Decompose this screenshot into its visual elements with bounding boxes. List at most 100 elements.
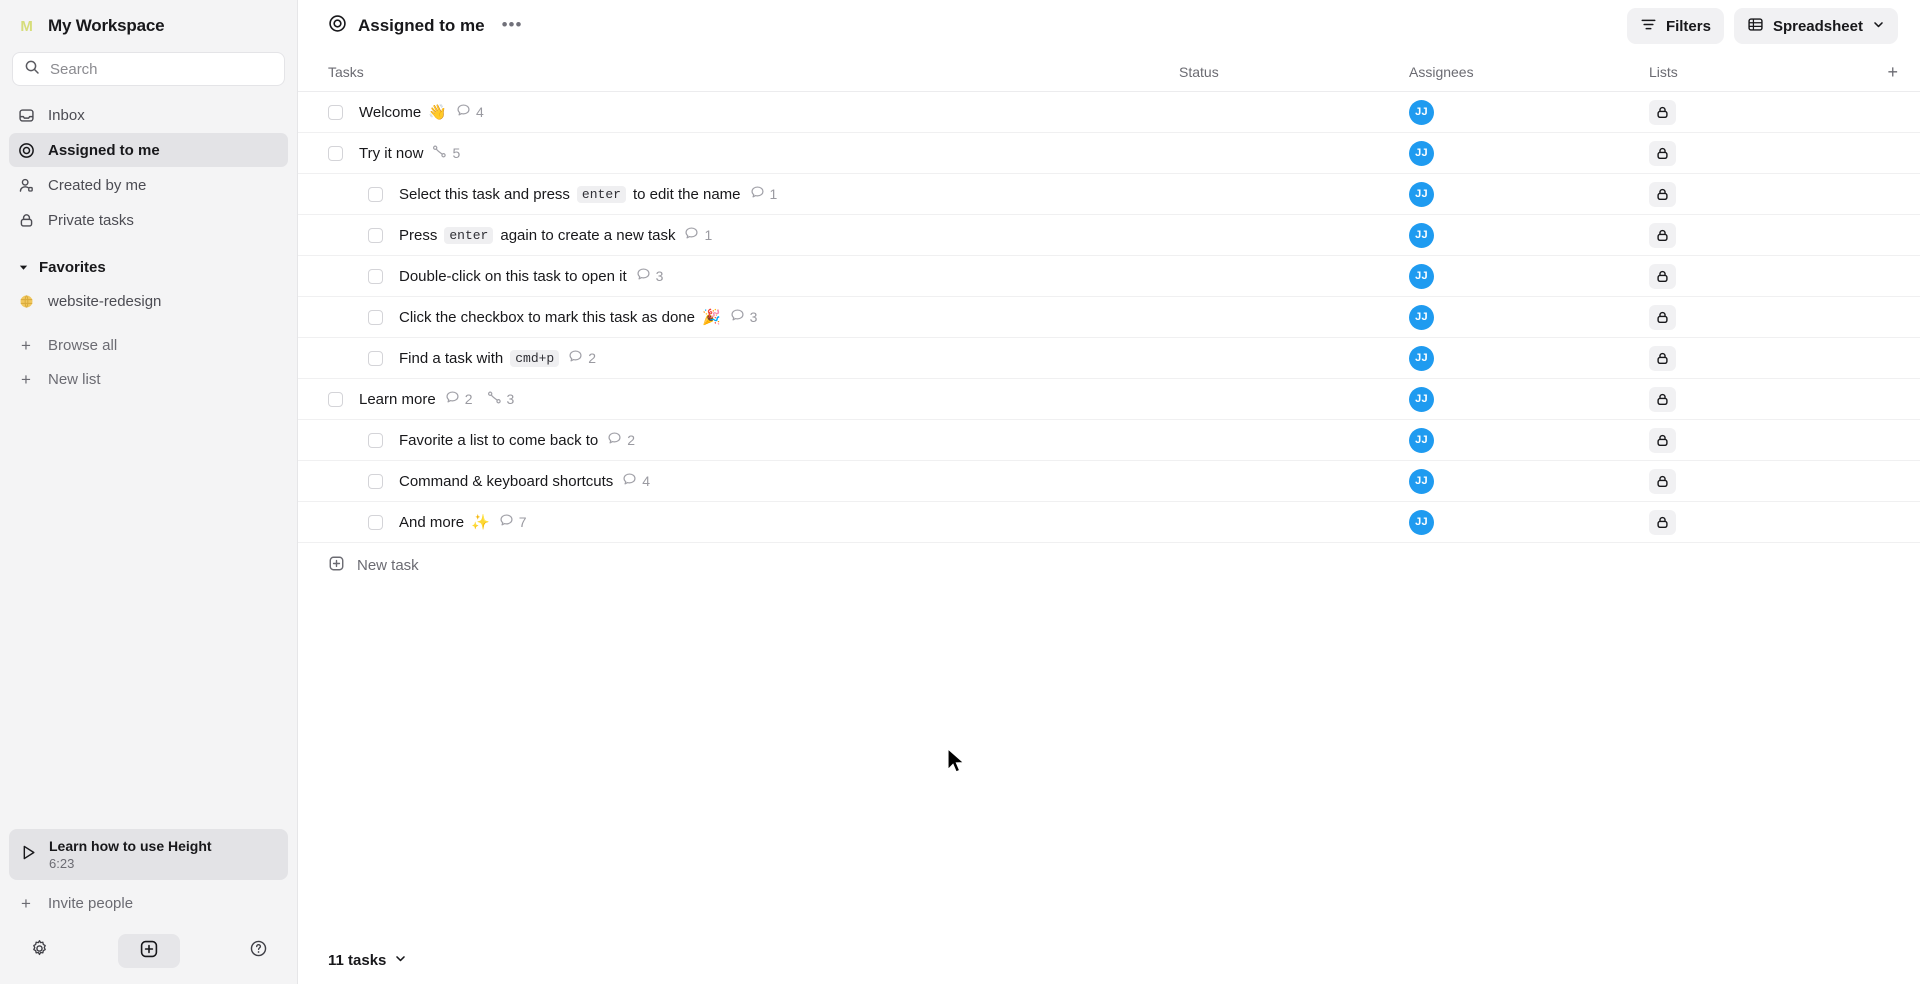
task-title[interactable]: Command & keyboard shortcuts — [399, 474, 613, 489]
task-checkbox[interactable] — [328, 145, 343, 161]
task-checkbox[interactable] — [368, 432, 383, 448]
lists-cell[interactable] — [1649, 468, 1874, 494]
task-checkbox[interactable] — [368, 227, 383, 243]
workspace-header[interactable]: M My Workspace — [0, 0, 297, 52]
task-title[interactable]: And more ✨ — [399, 515, 490, 530]
assignees-cell[interactable]: JJ — [1409, 304, 1649, 330]
sidebar-item-private-tasks[interactable]: Private tasks — [9, 203, 288, 237]
sidebar-item-website-redesign[interactable]: website-redesign — [9, 284, 288, 318]
sidebar-item-inbox[interactable]: Inbox — [9, 98, 288, 132]
lock-icon[interactable] — [1649, 304, 1676, 330]
invite-people-button[interactable]: + Invite people — [9, 886, 288, 920]
column-header-lists[interactable]: Lists — [1649, 64, 1874, 80]
settings-button[interactable] — [22, 934, 56, 968]
task-checkbox[interactable] — [368, 514, 383, 530]
assignees-cell[interactable]: JJ — [1409, 386, 1649, 412]
lists-cell[interactable] — [1649, 304, 1874, 330]
table-row[interactable]: Double-click on this task to open it 3 JJ — [298, 256, 1920, 297]
table-row[interactable]: Command & keyboard shortcuts 4 JJ — [298, 461, 1920, 502]
lock-icon[interactable] — [1649, 222, 1676, 248]
avatar[interactable]: JJ — [1409, 222, 1434, 248]
sidebar-item-assigned-to-me[interactable]: Assigned to me — [9, 133, 288, 167]
task-checkbox[interactable] — [368, 473, 383, 489]
avatar[interactable]: JJ — [1409, 263, 1434, 289]
lock-icon[interactable] — [1649, 468, 1676, 494]
task-checkbox[interactable] — [368, 268, 383, 284]
assignees-cell[interactable]: JJ — [1409, 99, 1649, 125]
learn-height-promo[interactable]: Learn how to use Height 6:23 — [9, 829, 288, 880]
table-row[interactable]: And more ✨ 7 JJ — [298, 502, 1920, 543]
view-mode-button[interactable]: Spreadsheet — [1733, 8, 1898, 44]
lists-cell[interactable] — [1649, 222, 1874, 248]
assignees-cell[interactable]: JJ — [1409, 140, 1649, 166]
create-button[interactable] — [117, 934, 180, 968]
avatar[interactable]: JJ — [1409, 386, 1434, 412]
avatar[interactable]: JJ — [1409, 304, 1434, 330]
more-options-button[interactable]: ••• — [496, 16, 529, 33]
browse-all-button[interactable]: + Browse all — [9, 328, 288, 362]
lock-icon[interactable] — [1649, 345, 1676, 371]
table-row[interactable]: Learn more 2 3 JJ — [298, 379, 1920, 420]
avatar[interactable]: JJ — [1409, 427, 1434, 453]
task-title[interactable]: Click the checkbox to mark this task as … — [399, 310, 721, 325]
assignees-cell[interactable]: JJ — [1409, 509, 1649, 535]
avatar[interactable]: JJ — [1409, 140, 1434, 166]
task-title[interactable]: Try it now — [359, 146, 423, 161]
new-task-button[interactable]: New task — [298, 543, 1920, 587]
avatar[interactable]: JJ — [1409, 509, 1434, 535]
lock-icon[interactable] — [1649, 140, 1676, 166]
column-header-status[interactable]: Status — [1179, 64, 1409, 80]
lists-cell[interactable] — [1649, 386, 1874, 412]
lock-icon[interactable] — [1649, 181, 1676, 207]
lock-icon[interactable] — [1649, 386, 1676, 412]
table-row[interactable]: Find a task with cmd+p 2 JJ — [298, 338, 1920, 379]
column-header-tasks[interactable]: Tasks — [328, 64, 1179, 80]
lists-cell[interactable] — [1649, 263, 1874, 289]
lock-icon[interactable] — [1649, 509, 1676, 535]
task-title[interactable]: Favorite a list to come back to — [399, 433, 598, 448]
lock-icon[interactable] — [1649, 427, 1676, 453]
task-title[interactable]: Select this task and press enter to edit t… — [399, 185, 741, 203]
column-header-assignees[interactable]: Assignees — [1409, 64, 1649, 80]
task-checkbox[interactable] — [368, 309, 383, 325]
avatar[interactable]: JJ — [1409, 468, 1434, 494]
table-row[interactable]: Favorite a list to come back to 2 JJ — [298, 420, 1920, 461]
task-checkbox[interactable] — [328, 104, 343, 120]
avatar[interactable]: JJ — [1409, 181, 1434, 207]
task-title[interactable]: Press enter again to create a new task — [399, 226, 675, 244]
add-column-button[interactable]: + — [1874, 63, 1898, 81]
table-row[interactable]: Click the checkbox to mark this task as … — [298, 297, 1920, 338]
assignees-cell[interactable]: JJ — [1409, 468, 1649, 494]
task-title[interactable]: Double-click on this task to open it — [399, 269, 627, 284]
table-row[interactable]: Select this task and press enter to edit t… — [298, 174, 1920, 215]
task-checkbox[interactable] — [328, 391, 343, 407]
filters-button[interactable]: Filters — [1626, 8, 1724, 44]
avatar[interactable]: JJ — [1409, 99, 1434, 125]
lock-icon[interactable] — [1649, 99, 1676, 125]
assignees-cell[interactable]: JJ — [1409, 222, 1649, 248]
task-count-button[interactable]: 11 tasks — [328, 952, 407, 969]
lists-cell[interactable] — [1649, 99, 1874, 125]
lock-icon[interactable] — [1649, 263, 1676, 289]
lists-cell[interactable] — [1649, 140, 1874, 166]
task-title[interactable]: Find a task with cmd+p — [399, 349, 560, 367]
assignees-cell[interactable]: JJ — [1409, 181, 1649, 207]
lists-cell[interactable] — [1649, 345, 1874, 371]
assignees-cell[interactable]: JJ — [1409, 345, 1649, 371]
sidebar-item-created-by-me[interactable]: Created by me — [9, 168, 288, 202]
task-title[interactable]: Welcome 👋 — [359, 105, 447, 120]
new-list-button[interactable]: + New list — [9, 362, 288, 396]
task-checkbox[interactable] — [368, 350, 383, 366]
table-row[interactable]: Try it now 5 JJ — [298, 133, 1920, 174]
task-checkbox[interactable] — [368, 186, 383, 202]
assignees-cell[interactable]: JJ — [1409, 263, 1649, 289]
favorites-section-header[interactable]: Favorites — [9, 250, 288, 284]
lists-cell[interactable] — [1649, 181, 1874, 207]
lists-cell[interactable] — [1649, 509, 1874, 535]
search-input[interactable]: Search — [12, 52, 285, 86]
assignees-cell[interactable]: JJ — [1409, 427, 1649, 453]
table-row[interactable]: Press enter again to create a new task 1 JJ — [298, 215, 1920, 256]
help-button[interactable] — [241, 934, 275, 968]
task-title[interactable]: Learn more — [359, 392, 436, 407]
lists-cell[interactable] — [1649, 427, 1874, 453]
